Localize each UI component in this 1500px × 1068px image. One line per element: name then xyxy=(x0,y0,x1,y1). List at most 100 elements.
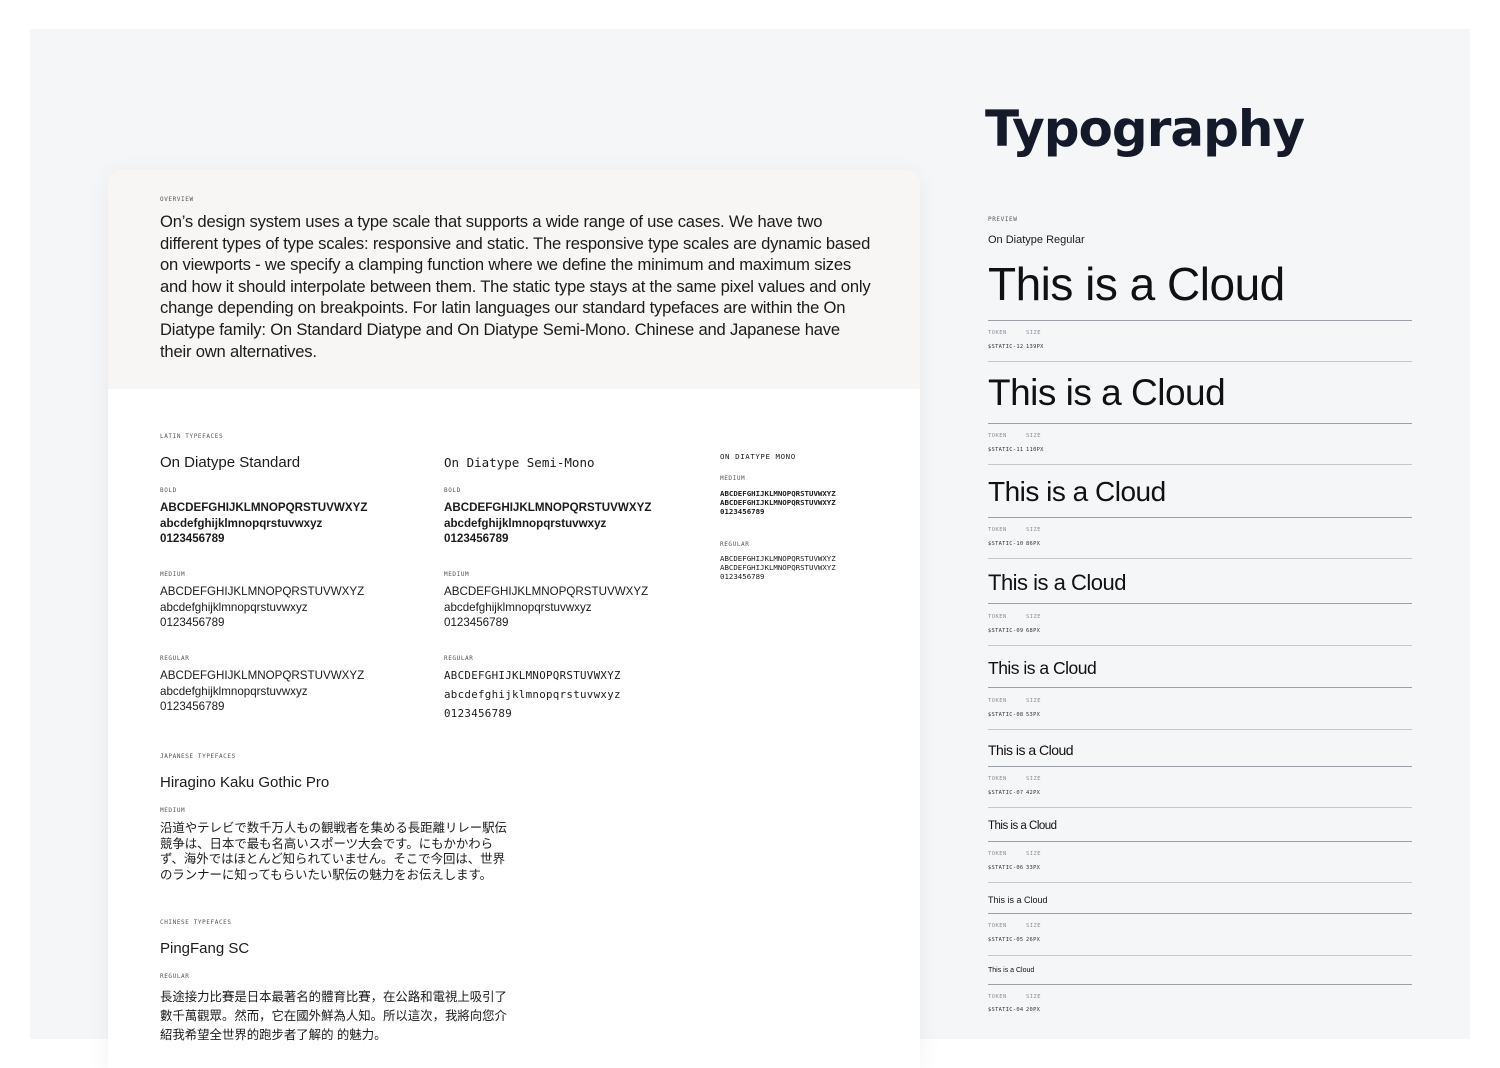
scale-sample: This is a Cloud xyxy=(988,476,1166,507)
specimen-standard-bold: ABCDEFGHIJKLMNOPQRSTUVWXYZ abcdefghijklm… xyxy=(160,501,368,545)
typeface-name-mono: ON DIATYPE MONO xyxy=(720,452,796,461)
row-divider xyxy=(988,955,1412,956)
size-label: SIZE xyxy=(1026,433,1041,439)
specimen-mono-medium: ABCDEFGHIJKLMNOPQRSTUVWXYZ ABCDEFGHIJKLM… xyxy=(720,489,836,516)
specimen-mono-regular: ABCDEFGHIJKLMNOPQRSTUVWXYZ ABCDEFGHIJKLM… xyxy=(720,554,836,581)
specimen-japanese: 沿道やテレビで数千万人もの観戦者を集める長距離リレー駅伝 競争は、日本で最も名高… xyxy=(160,821,507,882)
size-value: 20PX xyxy=(1026,1007,1041,1013)
overview-label: OVERVIEW xyxy=(160,196,194,203)
row-divider xyxy=(988,841,1412,842)
typeface-name-semimono: On Diatype Semi-Mono xyxy=(444,455,595,470)
typography-doc-card: OVERVIEW On’s design system uses a type … xyxy=(108,170,920,1068)
size-value: 139PX xyxy=(1026,344,1044,350)
row-divider xyxy=(988,603,1412,604)
row-divider xyxy=(988,729,1412,730)
scale-sample: This is a Cloud xyxy=(988,742,1074,758)
weight-label: REGULAR xyxy=(160,655,190,662)
token-value: $STATIC-05 xyxy=(988,937,1024,943)
scale-sample: This is a Cloud xyxy=(988,820,1057,832)
type-scale-row: This is a Cloud TOKEN SIZE $STATIC-12 13… xyxy=(988,256,1412,366)
scale-sample: This is a Cloud xyxy=(988,372,1226,413)
page-title: Typography xyxy=(985,100,1305,158)
scale-sample: This is a Cloud xyxy=(988,258,1285,310)
size-label: SIZE xyxy=(1026,698,1041,704)
type-scale-row: This is a Cloud TOKEN SIZE $STATIC-08 53… xyxy=(988,656,1412,732)
token-label: TOKEN xyxy=(988,994,1007,1000)
row-divider xyxy=(988,320,1412,321)
size-value: 33PX xyxy=(1026,865,1041,871)
token-value: $STATIC-04 xyxy=(988,1007,1024,1013)
token-label: TOKEN xyxy=(988,698,1007,704)
token-label: TOKEN xyxy=(988,776,1007,782)
size-label: SIZE xyxy=(1026,614,1041,620)
token-label: TOKEN xyxy=(988,433,1007,439)
specimen-semimono-medium: ABCDEFGHIJKLMNOPQRSTUVWXYZ abcdefghijklm… xyxy=(444,585,649,629)
type-scale-row: This is a Cloud TOKEN SIZE $STATIC-06 33… xyxy=(988,818,1412,884)
overview-section: OVERVIEW On’s design system uses a type … xyxy=(108,170,920,389)
row-divider xyxy=(988,423,1412,424)
type-scale-row: This is a Cloud TOKEN SIZE $STATIC-04 20… xyxy=(988,965,1412,1017)
weight-label: BOLD xyxy=(160,487,177,494)
size-value: 42PX xyxy=(1026,790,1041,796)
latin-typefaces-label: LATIN TYPEFACES xyxy=(160,433,224,440)
token-label: TOKEN xyxy=(988,923,1007,929)
row-divider xyxy=(988,882,1412,883)
specimen-standard-medium: ABCDEFGHIJKLMNOPQRSTUVWXYZ abcdefghijklm… xyxy=(160,585,365,629)
row-divider xyxy=(988,361,1412,362)
japanese-typefaces-label: JAPANESE TYPEFACES xyxy=(160,753,236,760)
row-divider xyxy=(988,766,1412,767)
typeface-name-japanese: Hiragino Kaku Gothic Pro xyxy=(160,774,330,791)
weight-label: REGULAR xyxy=(160,973,190,980)
row-divider xyxy=(988,687,1412,688)
token-value: $STATIC-11 xyxy=(988,447,1024,453)
token-value: $STATIC-12 xyxy=(988,344,1024,350)
size-label: SIZE xyxy=(1026,923,1041,929)
scale-sample: This is a Cloud xyxy=(988,570,1127,595)
specimen-standard-regular: ABCDEFGHIJKLMNOPQRSTUVWXYZ abcdefghijklm… xyxy=(160,669,365,713)
preview-font-name: On Diatype Regular xyxy=(988,234,1085,246)
weight-label: MEDIUM xyxy=(160,571,186,578)
overview-text: On’s design system uses a type scale tha… xyxy=(160,212,871,361)
token-value: $STATIC-09 xyxy=(988,628,1024,634)
token-value: $STATIC-07 xyxy=(988,790,1024,796)
token-label: TOKEN xyxy=(988,330,1007,336)
chinese-typefaces-label: CHINESE TYPEFACES xyxy=(160,919,232,926)
row-divider xyxy=(988,645,1412,646)
size-label: SIZE xyxy=(1026,851,1041,857)
row-divider xyxy=(988,913,1412,914)
specimen-chinese: 長途接力比賽是日本最著名的體育比賽，在公路和電視上吸引了 數千萬觀眾。然而，它在… xyxy=(160,990,507,1042)
token-label: TOKEN xyxy=(988,527,1007,533)
type-scale-row: This is a Cloud TOKEN SIZE $STATIC-11 11… xyxy=(988,370,1412,466)
token-label: TOKEN xyxy=(988,614,1007,620)
size-value: 68PX xyxy=(1026,628,1041,634)
token-label: TOKEN xyxy=(988,851,1007,857)
typeface-name-chinese: PingFang SC xyxy=(160,940,250,957)
token-value: $STATIC-10 xyxy=(988,541,1024,547)
row-divider xyxy=(988,807,1412,808)
scale-sample: This is a Cloud xyxy=(988,967,1035,974)
weight-label: REGULAR xyxy=(720,541,750,548)
size-value: 86PX xyxy=(1026,541,1041,547)
weight-label: REGULAR xyxy=(444,655,474,662)
scale-sample: This is a Cloud xyxy=(988,658,1097,678)
size-label: SIZE xyxy=(1026,994,1041,1000)
size-label: SIZE xyxy=(1026,776,1041,782)
size-value: 26PX xyxy=(1026,937,1041,943)
type-scale-row: This is a Cloud TOKEN SIZE $STATIC-05 26… xyxy=(988,893,1412,957)
row-divider xyxy=(988,517,1412,518)
size-label: SIZE xyxy=(1026,527,1041,533)
preview-label: PREVIEW xyxy=(988,216,1018,223)
specimen-semimono-regular: ABCDEFGHIJKLMNOPQRSTUVWXYZ abcdefghijklm… xyxy=(444,669,621,720)
type-scale-row: This is a Cloud TOKEN SIZE $STATIC-07 42… xyxy=(988,740,1412,810)
size-value: 110PX xyxy=(1026,447,1044,453)
type-scale-row: This is a Cloud TOKEN SIZE $STATIC-09 68… xyxy=(988,568,1412,648)
size-label: SIZE xyxy=(1026,330,1041,336)
weight-label: MEDIUM xyxy=(720,475,746,482)
token-value: $STATIC-08 xyxy=(988,712,1024,718)
type-scale-row: This is a Cloud TOKEN SIZE $STATIC-10 86… xyxy=(988,474,1412,560)
scale-sample: This is a Cloud xyxy=(988,895,1048,905)
token-value: $STATIC-06 xyxy=(988,865,1024,871)
weight-label: MEDIUM xyxy=(444,571,470,578)
specimen-semimono-bold: ABCDEFGHIJKLMNOPQRSTUVWXYZ abcdefghijklm… xyxy=(444,501,652,545)
typeface-name-standard: On Diatype Standard xyxy=(160,454,301,471)
